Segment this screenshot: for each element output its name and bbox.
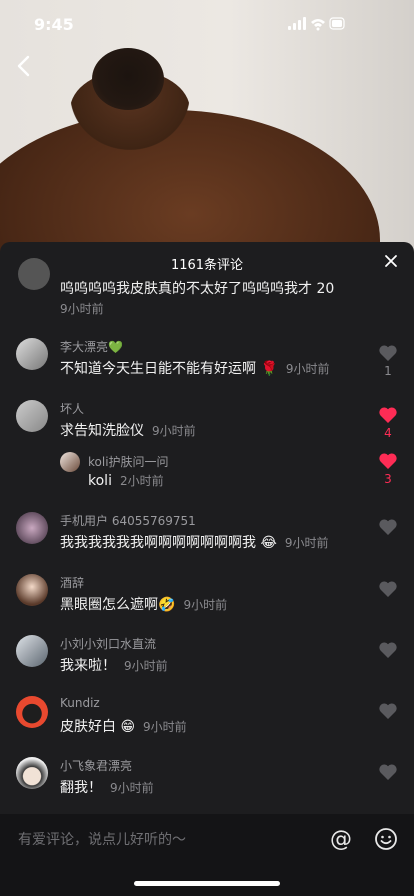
back-icon[interactable]	[14, 54, 34, 78]
status-icons	[288, 17, 345, 31]
comment-username[interactable]: 李大漂亮💚	[60, 338, 123, 355]
comment-text-body: koli	[88, 473, 112, 489]
comment-text-body: 不知道今天生日能不能有好运啊 🌹	[60, 361, 278, 377]
comment-time: 9小时前	[110, 781, 154, 795]
mention-at-button[interactable]: @	[330, 827, 352, 852]
comment-time: 9小时前	[143, 720, 187, 734]
like-button[interactable]: 3	[376, 452, 400, 486]
reply-item[interactable]: koli护肤问一问 koli 2小时前 3	[0, 450, 414, 494]
comment-text-body: 求告知洗脸仪	[60, 423, 144, 439]
comment-time: 9小时前	[124, 659, 168, 673]
comment-text-body: 我我我我我我啊啊啊啊啊啊啊我 😂	[60, 535, 277, 551]
comment-username[interactable]: 小刘小刘口水直流	[60, 635, 156, 652]
close-icon[interactable]	[384, 254, 398, 268]
comment-text: 黑眼圈怎么遮啊🤣 9小时前	[60, 594, 227, 614]
comments-panel: 1161条评论 呜呜呜呜我皮肤真的不太好了呜呜呜我才 20 9小时前 李大漂亮💚…	[0, 242, 414, 814]
avatar[interactable]	[16, 512, 48, 544]
heart-icon	[379, 407, 397, 423]
like-button[interactable]	[376, 641, 400, 659]
like-button[interactable]	[376, 702, 400, 720]
heart-icon	[379, 764, 397, 780]
comment-username[interactable]: 手机用户 64055769751	[60, 512, 196, 529]
comment-item[interactable]: 呜呜呜呜我皮肤真的不太好了呜呜呜我才 20 9小时前	[0, 258, 414, 316]
comment-input[interactable]: 有爱评论，说点儿好听的～	[18, 829, 186, 849]
comment-username[interactable]: koli护肤问一问	[88, 453, 169, 470]
status-bar: 9:45	[0, 0, 414, 48]
comment-text-body: 我来啦！	[60, 658, 116, 674]
heart-icon	[379, 453, 397, 469]
status-time: 9:45	[34, 15, 74, 34]
like-button[interactable]	[376, 518, 400, 536]
avatar[interactable]	[18, 258, 50, 290]
comment-item[interactable]: Kundiz 皮肤好白 😁 9小时前	[0, 694, 414, 744]
avatar[interactable]	[16, 635, 48, 667]
comment-item[interactable]: 手机用户 64055769751 我我我我我我啊啊啊啊啊啊啊我 😂 9小时前	[0, 510, 414, 560]
comment-username[interactable]: 酒辞	[60, 574, 84, 591]
comment-time: 2小时前	[119, 474, 164, 488]
comment-username[interactable]: 小飞象君漂亮	[60, 757, 132, 774]
avatar[interactable]	[16, 757, 48, 789]
comment-username[interactable]: 坏人	[60, 400, 84, 417]
avatar[interactable]	[16, 574, 48, 606]
like-button[interactable]: 4	[376, 406, 400, 440]
comment-item[interactable]: 小飞象君漂亮 翻我！ 9小时前	[0, 755, 414, 805]
comment-time: 9小时前	[284, 536, 329, 550]
comment-time: 9小时前	[183, 598, 228, 612]
comment-item[interactable]: 酒辞 黑眼圈怎么遮啊🤣 9小时前	[0, 572, 414, 622]
comment-text-body: 翻我！	[60, 780, 102, 796]
avatar[interactable]	[16, 338, 48, 370]
home-indicator[interactable]	[134, 881, 280, 886]
like-count: 4	[384, 426, 392, 440]
comment-username[interactable]: Kundiz	[60, 696, 100, 710]
avatar[interactable]	[60, 452, 80, 472]
comment-text-body: 皮肤好白 😁	[60, 719, 136, 735]
heart-icon	[379, 345, 397, 361]
comment-text: 求告知洗脸仪 9小时前	[60, 420, 196, 440]
comment-text: koli 2小时前	[88, 472, 164, 489]
video-hair-bun	[92, 48, 164, 110]
comments-count-title: 1161条评论	[170, 258, 244, 273]
comment-text-body: 黑眼圈怎么遮啊🤣	[60, 597, 176, 613]
heart-icon	[379, 642, 397, 658]
heart-icon	[379, 519, 397, 535]
emoji-icon[interactable]	[374, 827, 398, 851]
comment-text: 呜呜呜呜我皮肤真的不太好了呜呜呜我才 20	[60, 281, 335, 297]
comment-item[interactable]: 坏人 求告知洗脸仪 9小时前 4	[0, 398, 414, 448]
comment-time: 9小时前	[152, 424, 196, 438]
heart-icon	[379, 581, 397, 597]
comment-time: 9小时前	[60, 302, 104, 316]
like-count: 3	[384, 472, 392, 486]
like-button[interactable]	[376, 580, 400, 598]
comment-text: 我来啦！ 9小时前	[60, 655, 168, 675]
comment-item[interactable]: 李大漂亮💚 不知道今天生日能不能有好运啊 🌹 9小时前 1	[0, 336, 414, 386]
avatar[interactable]	[16, 696, 48, 728]
avatar[interactable]	[16, 400, 48, 432]
like-count: 1	[384, 364, 392, 378]
comment-text: 翻我！ 9小时前	[60, 777, 154, 797]
heart-icon	[379, 703, 397, 719]
comment-text: 我我我我我我啊啊啊啊啊啊啊我 😂 9小时前	[60, 532, 328, 552]
comment-time: 9小时前	[285, 362, 330, 376]
like-button[interactable]: 1	[376, 344, 400, 378]
comment-item[interactable]: 小刘小刘口水直流 我来啦！ 9小时前	[0, 633, 414, 683]
like-button[interactable]	[376, 763, 400, 781]
comment-text: 皮肤好白 😁 9小时前	[60, 716, 187, 736]
comment-text: 不知道今天生日能不能有好运啊 🌹 9小时前	[60, 358, 330, 378]
